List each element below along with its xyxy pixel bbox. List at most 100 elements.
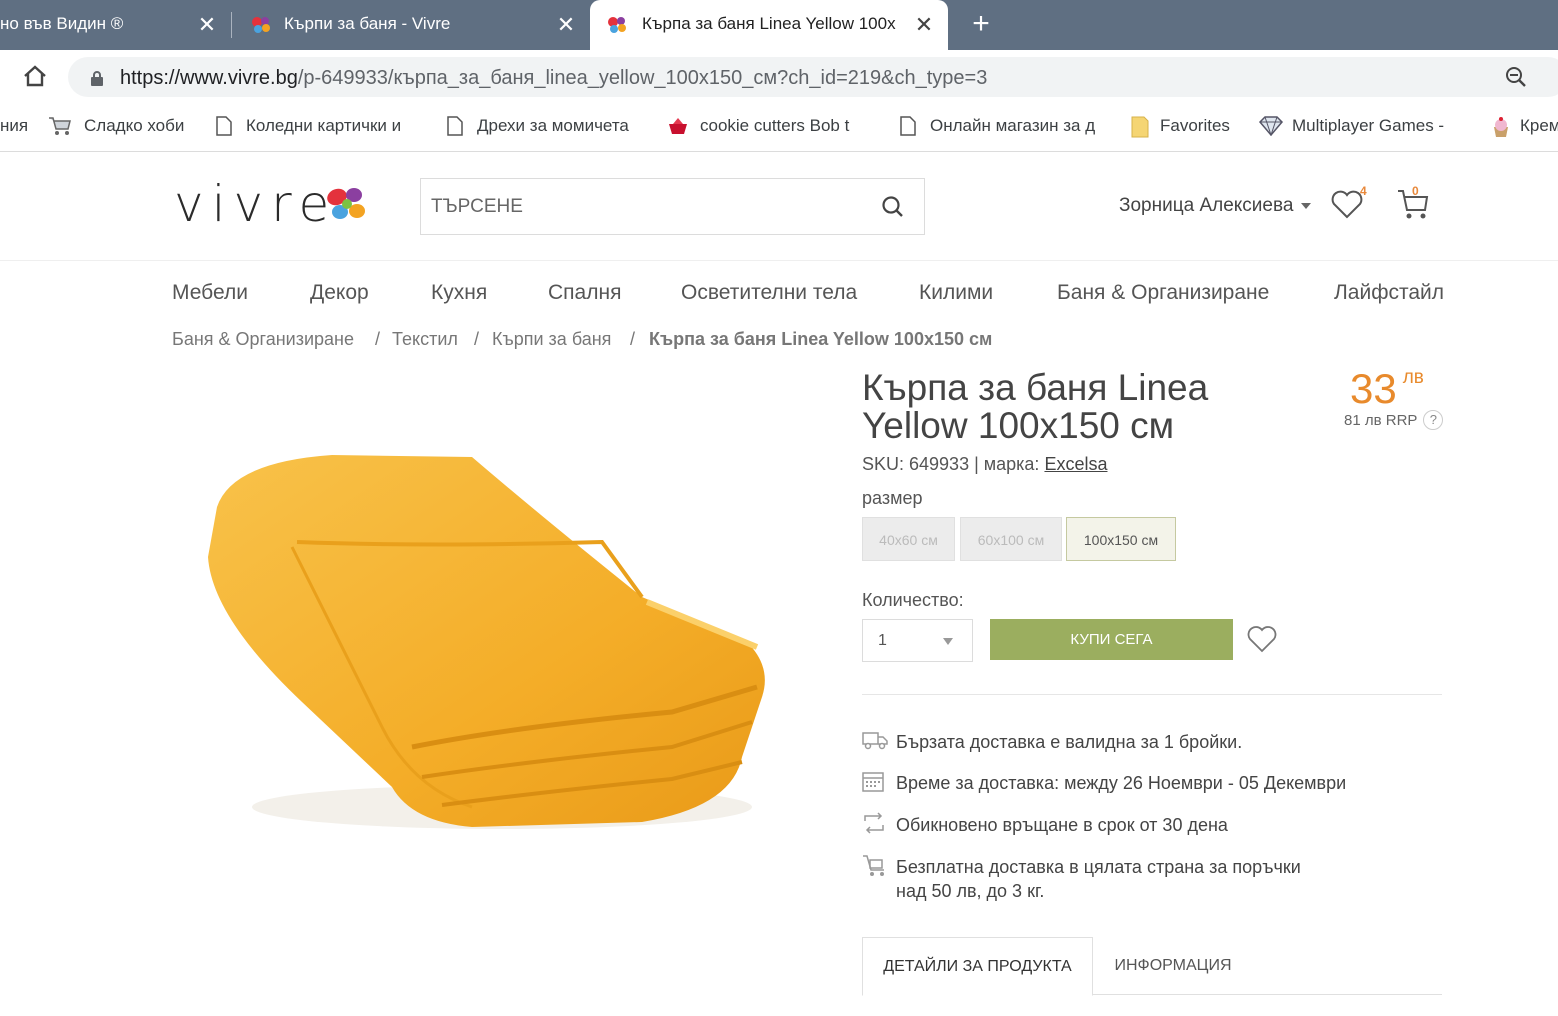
address-bar: https://www.vivre.bg/p-649933/кърпа_за_б… — [0, 50, 1558, 102]
bookmark-item[interactable]: Дрехи за момичета — [447, 116, 629, 136]
product-image[interactable] — [172, 367, 808, 907]
tab-title: Кърпи за баня - Vivre — [284, 14, 451, 33]
site-logo[interactable]: vivre — [174, 176, 337, 232]
quantity-value: 1 — [878, 632, 887, 649]
nav-item-bath[interactable]: Баня & Организиране — [1057, 281, 1269, 305]
browser-tab-active[interactable]: Кърпа за баня Linea Yellow 100x ✕ — [590, 0, 948, 50]
bookmark-item[interactable]: Сладко хоби — [48, 116, 184, 136]
nav-item-bedroom[interactable]: Спалня — [548, 281, 621, 305]
info-text-line: Безплатна доставка в цялата страна за по… — [896, 857, 1301, 877]
info-text-line: над 50 лв, до 3 кг. — [896, 881, 1045, 901]
info-text: Време за доставка: между 26 Ноември - 05… — [896, 773, 1347, 793]
nav-item-rugs[interactable]: Килими — [919, 281, 993, 305]
nav-item-lighting[interactable]: Осветителни тела — [681, 281, 857, 305]
product-tabs: ДЕТАЙЛИ ЗА ПРОДУКТА ИНФОРМАЦИЯ — [862, 937, 1442, 996]
breadcrumb-item[interactable]: Кърпи за баня — [492, 329, 611, 350]
info-text: Обикновено връщане в срок от 30 дена — [896, 815, 1228, 835]
search-input[interactable] — [431, 193, 861, 221]
bookmark-item[interactable]: Multiplayer Games - — [1258, 116, 1445, 137]
size-option[interactable]: 60x100 см — [960, 517, 1062, 561]
info-text: Бързата доставка е валидна за 1 бройки. — [896, 732, 1243, 752]
info-delivery-time: Време за доставка: между 26 Ноември - 05… — [862, 771, 1346, 795]
vivre-favicon-icon — [606, 15, 628, 40]
url-field[interactable]: https://www.vivre.bg/p-649933/кърпа_за_б… — [68, 57, 1558, 97]
shopping-cart-icon — [48, 116, 71, 136]
info-free-delivery: Безплатна доставка в цялата страна за по… — [862, 855, 1301, 903]
browser-tab[interactable]: Кърпи за баня - Vivre ✕ — [238, 0, 583, 50]
info-fast-delivery: Бързата доставка е валидна за 1 бройки. — [862, 730, 1242, 754]
page-icon — [900, 116, 920, 136]
bookmark-item[interactable]: Favorites — [1130, 116, 1230, 138]
return-icon — [862, 812, 884, 834]
diamond-icon — [1258, 116, 1284, 137]
bookmark-label: Дрехи за момичета — [477, 116, 629, 135]
bookmark-label: ния — [0, 116, 29, 135]
tab-product-details[interactable]: ДЕТАЙЛИ ЗА ПРОДУКТА — [862, 937, 1093, 996]
price-currency: лв — [1402, 367, 1424, 388]
bookmark-item[interactable]: cookie cutters Bob t — [666, 116, 849, 136]
user-name: Зорница Алексиева — [1119, 195, 1294, 216]
section-divider — [862, 694, 1442, 695]
browser-tab[interactable]: но във Видин ® ✕ — [0, 0, 225, 50]
bookmark-label: Сладко хоби — [84, 116, 185, 135]
page-icon — [216, 116, 236, 136]
nav-item-decor[interactable]: Декор — [310, 281, 369, 305]
truck-icon — [862, 729, 888, 751]
bookmark-item[interactable]: Крем — [1490, 116, 1558, 137]
brand-link[interactable]: Excelsa — [1044, 454, 1107, 474]
cupcake-icon — [1490, 116, 1510, 137]
zoom-icon[interactable] — [1505, 66, 1527, 93]
nav-item-kitchen[interactable]: Кухня — [431, 281, 487, 305]
size-option[interactable]: 40x60 см — [862, 517, 955, 561]
add-to-wishlist-icon[interactable] — [1246, 624, 1278, 659]
wishlist-count: 4 — [1360, 184, 1367, 198]
cart-count: 0 — [1412, 184, 1419, 198]
bookmark-item[interactable]: Онлайн магазин за д — [900, 116, 1095, 136]
bookmark-label: Multiplayer Games - — [1292, 116, 1445, 135]
product-title: Кърпа за баня Linea Yellow 100x150 см — [862, 367, 1209, 446]
sku-text: SKU: 649933 | марка: — [862, 454, 1040, 474]
bookmark-label: Крем — [1520, 116, 1558, 135]
bookmark-label: Коледни картички и — [246, 116, 402, 135]
url-domain: https://www.vivre.bg — [120, 67, 298, 89]
dropdown-arrow-icon — [943, 638, 953, 645]
breadcrumb-separator: / — [630, 329, 636, 349]
rrp-text: 81 лв RRP — [1344, 411, 1418, 429]
page-icon — [447, 116, 467, 136]
nav-item-furniture[interactable]: Мебели — [172, 281, 248, 305]
tab-title: Кърпа за баня Linea Yellow 100x — [642, 14, 896, 33]
cart-button[interactable]: 0 — [1396, 184, 1430, 227]
bookmark-label: Онлайн магазин за д — [930, 116, 1096, 135]
bookmark-label: Favorites — [1160, 116, 1230, 135]
rrp-price: 81 лв RRP ? — [1344, 410, 1444, 430]
quantity-select[interactable]: 1 — [862, 619, 973, 662]
home-icon[interactable] — [22, 64, 48, 88]
cart-delivery-icon — [862, 854, 884, 876]
user-menu[interactable]: Зорница Алексиева — [1119, 195, 1312, 217]
chevron-down-icon — [1301, 203, 1312, 209]
new-tab-button[interactable]: + — [966, 9, 996, 40]
nav-item-lifestyle[interactable]: Лайфстайл — [1334, 281, 1444, 305]
logo-flower-icon — [323, 184, 369, 231]
search-icon[interactable] — [881, 195, 905, 224]
price-value: 33 — [1350, 365, 1397, 412]
tab-information[interactable]: ИНФОРМАЦИЯ — [1093, 937, 1253, 996]
wishlist-button[interactable]: 4 — [1330, 184, 1367, 225]
bookmarks-bar: ния Сладко хоби Коледни картички и Дрехи… — [0, 102, 1558, 152]
close-icon[interactable]: ✕ — [554, 13, 578, 37]
help-icon[interactable]: ? — [1423, 410, 1444, 430]
quantity-label: Количество: — [862, 590, 964, 610]
bookmark-item[interactable]: ния — [0, 116, 28, 136]
tab-separator — [231, 12, 232, 38]
size-option-selected[interactable]: 100x150 см — [1066, 517, 1176, 561]
breadcrumb-item[interactable]: Текстил — [392, 329, 458, 350]
bookmark-item[interactable]: Коледни картички и — [216, 116, 401, 136]
sku-line: SKU: 649933 | марка: Excelsa — [862, 454, 1107, 475]
lock-icon — [90, 70, 104, 91]
close-icon[interactable]: ✕ — [912, 13, 936, 37]
breadcrumb-current: Кърпа за баня Linea Yellow 100x150 см — [649, 329, 993, 349]
buy-now-button[interactable]: КУПИ СЕГА — [990, 619, 1233, 660]
close-icon[interactable]: ✕ — [195, 13, 219, 37]
breadcrumb-item[interactable]: Баня & Организиране — [172, 329, 354, 350]
url-path: /p-649933/кърпа_за_баня_linea_yellow_100… — [297, 67, 988, 89]
